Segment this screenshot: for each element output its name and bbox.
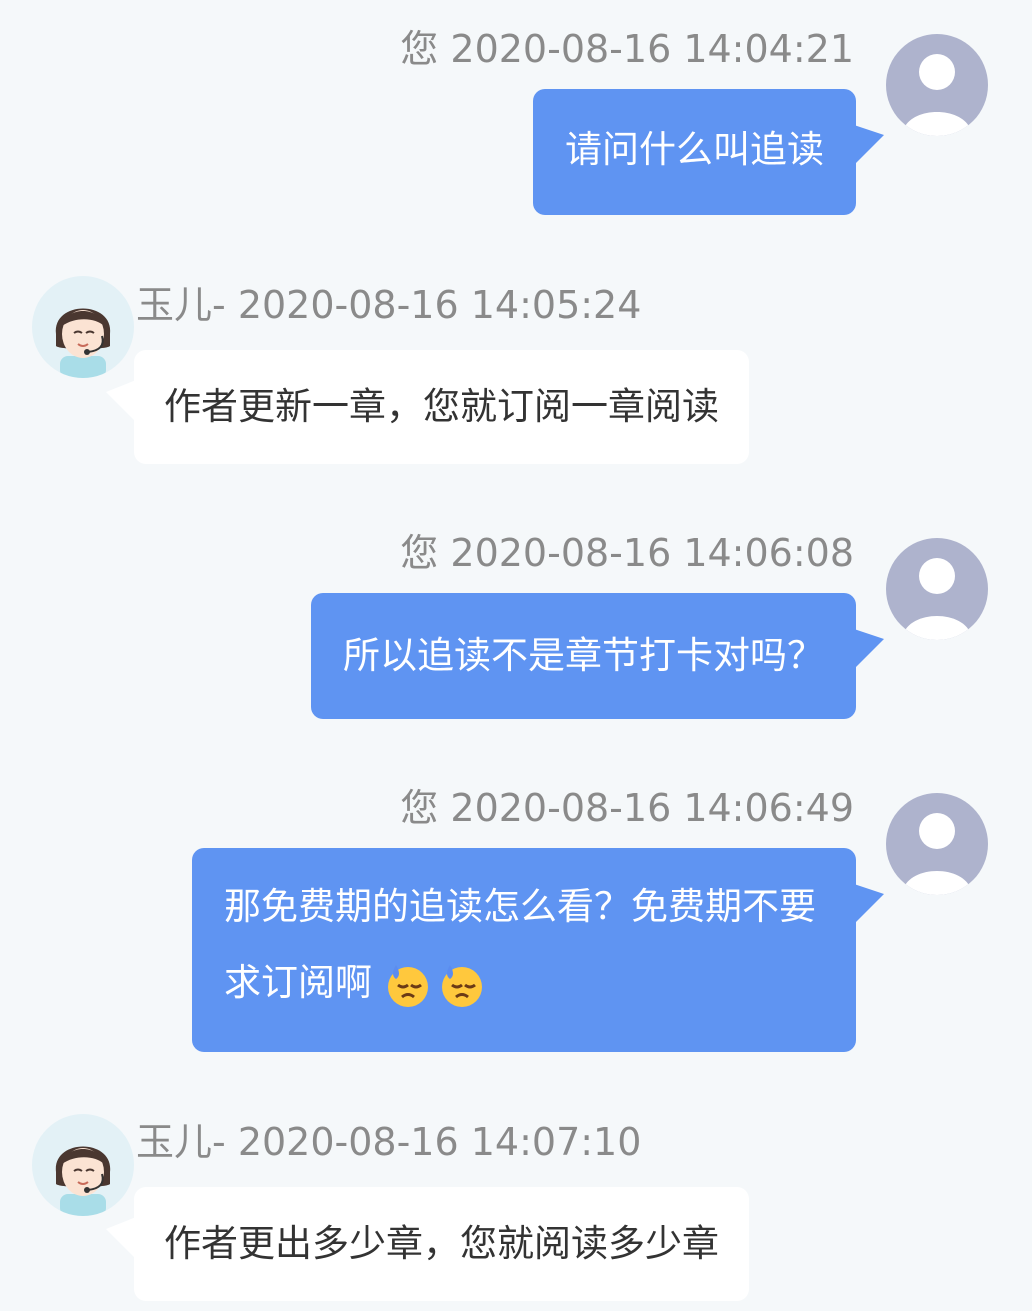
user-avatar[interactable]	[886, 538, 988, 640]
message-meta: 您 2020-08-16 14:06:49	[400, 785, 854, 831]
message-text: 请问什么叫追读	[565, 128, 824, 171]
message-meta: 您 2020-08-16 14:06:08	[400, 530, 854, 576]
user-silhouette-icon	[902, 54, 972, 136]
agent-avatar-icon	[55, 1146, 111, 1216]
agent-avatar-icon	[55, 308, 111, 378]
message-text: 作者更出多少章，您就阅读多少章	[164, 1222, 719, 1265]
message-time: 2020-08-16 14:07:10	[237, 1120, 642, 1164]
sender-name: 您	[400, 786, 439, 830]
message-time: 2020-08-16 14:04:21	[450, 27, 854, 71]
sender-name: 您	[400, 531, 439, 575]
message-time: 2020-08-16 14:05:24	[237, 283, 642, 327]
message-meta: 玉儿- 2020-08-16 14:07:10	[136, 1119, 641, 1165]
message-text: 作者更新一章，您就订阅一章阅读	[164, 385, 719, 428]
sender-name: 玉儿-	[136, 283, 226, 327]
sender-name: 您	[400, 27, 439, 71]
message-meta: 您 2020-08-16 14:04:21	[400, 26, 854, 72]
message-text-line-2: 求订阅啊	[224, 952, 816, 1014]
downcast-face-with-sweat-icon	[441, 964, 482, 1007]
emoji-group	[384, 961, 486, 1009]
message-bubble[interactable]: 请问什么叫追读	[533, 89, 884, 215]
message-text: 求订阅啊	[224, 961, 372, 1004]
message-bubble[interactable]: 作者更新一章，您就订阅一章阅读	[106, 350, 749, 464]
message-bubble[interactable]: 那免费期的追读怎么看？免费期不要 求订阅啊	[192, 848, 884, 1052]
message-text: 所以追读不是章节打卡对吗？	[343, 634, 824, 677]
sender-name: 玉儿-	[136, 1120, 226, 1164]
user-avatar[interactable]	[886, 793, 988, 895]
user-silhouette-icon	[902, 558, 972, 640]
agent-avatar[interactable]	[32, 276, 134, 378]
message-time: 2020-08-16 14:06:08	[450, 531, 854, 575]
message-text-line: 那免费期的追读怎么看？免费期不要	[224, 885, 816, 928]
message-time: 2020-08-16 14:06:49	[450, 786, 854, 830]
user-avatar[interactable]	[886, 34, 988, 136]
message-bubble[interactable]: 作者更出多少章，您就阅读多少章	[106, 1187, 749, 1301]
message-bubble[interactable]: 所以追读不是章节打卡对吗？	[311, 593, 884, 719]
agent-avatar[interactable]	[32, 1114, 134, 1216]
message-meta: 玉儿- 2020-08-16 14:05:24	[136, 282, 641, 328]
downcast-face-with-sweat-icon	[387, 964, 428, 1007]
user-silhouette-icon	[902, 813, 972, 895]
